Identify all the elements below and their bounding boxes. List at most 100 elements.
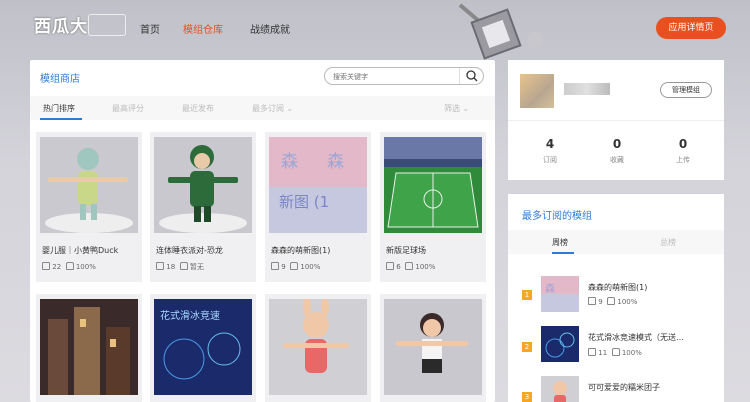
mod-thumbnail xyxy=(269,299,367,395)
username-blurred xyxy=(564,83,610,95)
mod-title: 花式滑冰竞速模式（无送… xyxy=(588,333,684,342)
tab-most-subscribed[interactable]: 最多订阅 ⌄ xyxy=(252,103,293,114)
rank-badge: 3 xyxy=(522,392,532,402)
rating-value: 100% xyxy=(415,263,436,271)
svg-text:新图 (1: 新图 (1 xyxy=(279,193,329,211)
subscribe-icon xyxy=(588,297,596,305)
stat-uploads-value[interactable]: 0 xyxy=(668,137,698,151)
thumbs-up-icon xyxy=(405,262,414,270)
mod-stats: 9 100% xyxy=(271,262,320,271)
subscribe-count: 22 xyxy=(52,263,62,271)
tab-label: 最多订阅 xyxy=(252,104,284,113)
thumbnail-text: 花式滑冰竞速 xyxy=(160,309,220,322)
thumbs-up-icon xyxy=(179,262,188,270)
filter-button[interactable]: 筛选 ⌄ xyxy=(444,103,469,114)
avatar[interactable] xyxy=(520,74,554,108)
mod-thumbnail xyxy=(384,137,482,233)
mod-stats: 22 100% xyxy=(42,262,96,271)
divider xyxy=(508,120,724,121)
mod-card[interactable]: 新版足球场 6 100% xyxy=(380,132,486,282)
search-input[interactable] xyxy=(333,70,453,83)
rating-value: 100% xyxy=(75,263,96,271)
mod-title: 森森的萌新图(1) xyxy=(588,283,648,292)
mod-title: 连体睡衣派对-恐龙 xyxy=(156,246,223,255)
active-tab-indicator xyxy=(40,118,82,120)
nav-achievements[interactable]: 战绩成就 xyxy=(250,21,290,36)
lamp-decoration-icon xyxy=(458,3,543,60)
filter-label: 筛选 xyxy=(444,104,460,113)
thumbs-up-icon xyxy=(607,297,616,305)
mod-title: 婴儿服｜小黄鸭Duck xyxy=(42,246,119,255)
thumbs-up-icon xyxy=(611,348,620,356)
svg-text:森: 森 xyxy=(545,282,555,295)
mod-card[interactable]: 花式滑冰竞速 xyxy=(150,294,256,402)
profile-panel: 管理模组 4 订阅 0 收藏 0 上传 xyxy=(508,60,724,180)
rank-badge: 1 xyxy=(522,290,532,300)
mod-card[interactable]: 婴儿服｜小黄鸭Duck 22 100% xyxy=(36,132,142,282)
stat-uploads-label: 上传 xyxy=(676,156,690,164)
tab-recent[interactable]: 最近发布 xyxy=(182,103,214,114)
subscribe-count: 9 xyxy=(281,263,286,271)
mod-card[interactable]: 森 森 新图 (1 森森的萌新图(1) 9 100% xyxy=(265,132,371,282)
logo-watermark xyxy=(88,14,126,36)
panel-title: 模组商店 xyxy=(40,74,80,85)
mod-stats: 9 100% xyxy=(588,297,637,306)
mod-title: 可可爱爱的糯米团子 xyxy=(588,383,660,392)
subscribe-icon xyxy=(588,348,596,356)
thumbs-up-icon xyxy=(290,262,299,270)
subscribe-count: 6 xyxy=(396,263,401,271)
app-detail-button[interactable]: 应用详情页 xyxy=(656,17,726,39)
stat-subscribed-value[interactable]: 4 xyxy=(535,137,565,151)
subscribe-icon xyxy=(42,262,50,270)
mod-thumbnail: 森 森 新图 (1 xyxy=(269,137,367,233)
mod-title: 新版足球场 xyxy=(386,246,426,255)
search-button[interactable] xyxy=(459,68,483,84)
tab-top-rated[interactable]: 最高评分 xyxy=(112,103,144,114)
search-icon xyxy=(466,70,478,82)
sort-tabs: 热门排序 最高评分 最近发布 最多订阅 ⌄ 筛选 ⌄ xyxy=(30,96,495,120)
mod-title: 森森的萌新图(1) xyxy=(271,246,331,255)
subscribe-icon xyxy=(386,262,394,270)
rating-value: 100% xyxy=(621,349,642,357)
subscribe-icon xyxy=(271,262,279,270)
subscribe-count: 18 xyxy=(166,263,176,271)
site-logo[interactable]: 西瓜大 xyxy=(34,12,88,37)
thumbs-up-icon xyxy=(65,262,74,270)
mod-thumbnail xyxy=(384,299,482,395)
stat-favorites-value[interactable]: 0 xyxy=(602,137,632,151)
svg-text:森: 森 xyxy=(327,152,344,172)
chevron-down-icon: ⌄ xyxy=(286,104,294,113)
panel-title: 最多订阅的模组 xyxy=(522,211,592,222)
mod-card[interactable]: 连体睡衣派对-恐龙 18 暂无 xyxy=(150,132,256,282)
nav-home[interactable]: 首页 xyxy=(140,21,160,36)
subscribe-count: 11 xyxy=(598,349,608,357)
subscribe-count: 9 xyxy=(598,298,603,306)
stat-favorites-label: 收藏 xyxy=(610,156,624,164)
mod-card[interactable] xyxy=(380,294,486,402)
mod-thumbnail xyxy=(40,299,138,395)
mod-stats: 6 100% xyxy=(386,262,435,271)
tab-weekly[interactable]: 周榜 xyxy=(552,237,568,248)
rating-value: 暂无 xyxy=(189,263,204,271)
mod-card[interactable] xyxy=(36,294,142,402)
thumbnail-text: 森 xyxy=(281,152,298,172)
search-box[interactable] xyxy=(324,67,484,85)
nav-mod-warehouse[interactable]: 模组仓库 xyxy=(183,21,223,36)
tab-hot[interactable]: 热门排序 xyxy=(43,103,75,114)
mod-stats: 11 100% xyxy=(588,348,642,357)
stat-subscribed-label: 订阅 xyxy=(543,156,557,164)
subscribe-icon xyxy=(156,262,164,270)
mod-card[interactable] xyxy=(265,294,371,402)
mod-thumbnail xyxy=(40,137,138,233)
chevron-down-icon: ⌄ xyxy=(462,104,470,113)
mod-thumbnail xyxy=(154,137,252,233)
rank-badge: 2 xyxy=(522,342,532,352)
tab-all-time[interactable]: 总榜 xyxy=(660,237,676,248)
mod-stats: 18 暂无 xyxy=(156,262,204,272)
ranking-tabs: 周榜 总榜 xyxy=(508,230,724,254)
mod-thumbnail: 花式滑冰竞速 xyxy=(154,299,252,395)
rating-value: 100% xyxy=(617,298,638,306)
mod-store-panel: 模组商店 热门排序 最高评分 最近发布 最多订阅 ⌄ 筛选 ⌄ 婴儿服｜小黄鸭D… xyxy=(30,60,495,402)
rating-value: 100% xyxy=(300,263,321,271)
manage-mods-button[interactable]: 管理模组 xyxy=(660,82,712,98)
